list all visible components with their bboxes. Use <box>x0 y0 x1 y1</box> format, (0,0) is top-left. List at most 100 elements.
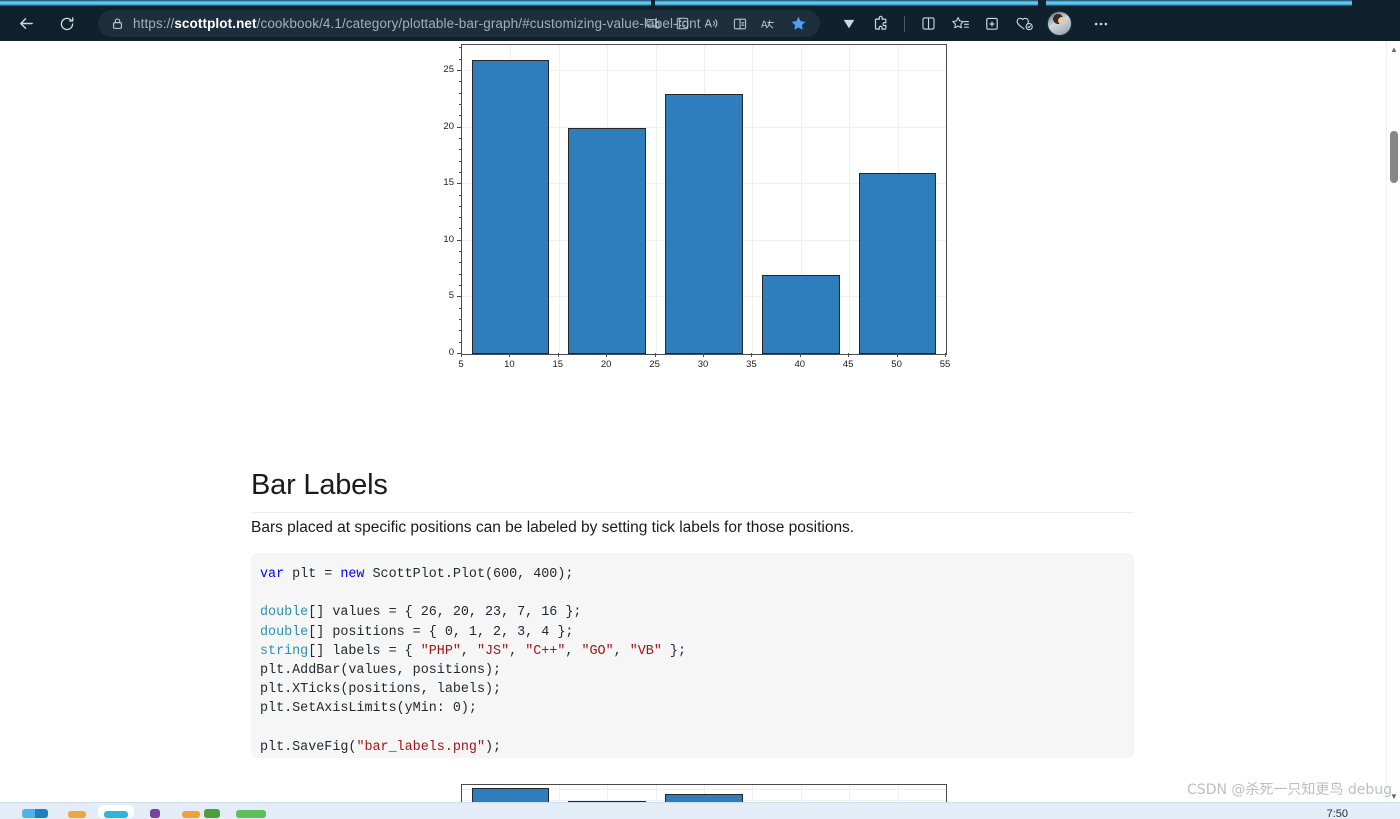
vertical-scrollbar[interactable]: ▲ ▼ <box>1386 41 1400 819</box>
bar <box>762 274 840 354</box>
y-minor-tick <box>458 217 461 219</box>
immersive-reader-icon[interactable] <box>726 11 754 37</box>
cast-to-device-icon[interactable] <box>639 11 667 37</box>
scroll-up-button[interactable]: ▲ <box>1387 43 1400 56</box>
code-token: }; <box>661 643 686 659</box>
code-token: , <box>509 643 526 659</box>
y-minor-tick <box>458 341 461 343</box>
x-tick-mark <box>606 353 608 357</box>
y-minor-tick <box>458 81 461 83</box>
x-tick-label: 5 <box>458 359 464 370</box>
url-scheme: https:// <box>133 16 175 31</box>
y-minor-tick <box>458 115 461 117</box>
profile-avatar[interactable] <box>1047 11 1072 36</box>
code-token: , <box>565 643 582 659</box>
scrollbar-thumb[interactable] <box>1390 131 1398 183</box>
extensions-puzzle-icon[interactable] <box>866 10 896 38</box>
code-token: "C++" <box>525 643 566 659</box>
y-minor-tick <box>458 262 461 264</box>
gridline-vertical <box>655 45 657 354</box>
page-title: Bar Labels <box>251 469 1134 513</box>
translate-icon[interactable] <box>755 11 783 37</box>
x-tick-mark <box>799 353 801 357</box>
taskbar-icon[interactable] <box>22 809 48 818</box>
y-minor-tick <box>458 194 461 196</box>
y-tick-mark <box>457 239 461 241</box>
y-minor-tick <box>458 171 461 173</box>
y-minor-tick <box>458 251 461 253</box>
section-paragraph: Bars placed at specific positions can be… <box>251 519 855 536</box>
code-content: var plt = new ScottPlot.Plot(600, 400); … <box>251 565 1134 757</box>
reload-icon <box>60 16 74 30</box>
split-apps-icon[interactable] <box>668 11 696 37</box>
favorite-star-icon[interactable] <box>784 11 812 37</box>
code-token: [] values = { 26, 20, 23, 7, 16 }; <box>308 605 582 621</box>
y-tick-label: 0 <box>448 347 454 358</box>
y-minor-tick <box>458 273 461 275</box>
url-text: https://scottplot.net/cookbook/4.1/categ… <box>133 16 701 31</box>
y-tick-mark <box>457 296 461 298</box>
code-token: plt.XTicks(positions, labels); <box>260 682 502 698</box>
top-bar-chart: 0 5 10 15 20 25 5 10 15 20 25 30 35 40 45 50 55 <box>440 41 960 376</box>
url-path: /cookbook/4.1/category/plottable-bar-gra… <box>256 16 701 31</box>
bar <box>568 127 646 354</box>
y-minor-tick <box>458 307 461 309</box>
address-bar-actions <box>639 11 812 37</box>
taskbar-icon[interactable] <box>150 809 160 818</box>
browser-chrome: https://scottplot.net/cookbook/4.1/categ… <box>0 0 1400 41</box>
browser-essentials-icon[interactable] <box>1009 10 1039 38</box>
y-minor-tick <box>458 47 461 49</box>
x-tick-mark <box>461 353 462 357</box>
code-token: [] labels = { <box>308 643 421 659</box>
code-token: , <box>613 643 630 659</box>
y-minor-tick <box>458 103 461 105</box>
code-token: plt.AddBar(values, positions); <box>260 663 502 679</box>
y-tick-label: 25 <box>443 64 454 76</box>
address-bar[interactable]: https://scottplot.net/cookbook/4.1/categ… <box>98 10 820 37</box>
y-tick-mark <box>457 126 461 128</box>
taskbar-icon[interactable] <box>68 811 86 818</box>
taskbar-icon[interactable] <box>182 811 200 818</box>
x-tick-label: 25 <box>649 359 660 370</box>
code-block[interactable]: var plt = new ScottPlot.Plot(600, 400); … <box>251 553 1134 758</box>
taskbar-icon[interactable] <box>204 809 220 818</box>
code-token: "VB" <box>629 643 662 659</box>
reload-button[interactable] <box>52 9 82 39</box>
gridline-vertical <box>558 45 560 354</box>
taskbar-icon[interactable] <box>236 810 266 818</box>
x-tick-mark <box>557 353 559 357</box>
code-token: var <box>260 567 285 582</box>
taskbar-clock[interactable]: 7:50 <box>1327 808 1348 819</box>
x-tick-label: 45 <box>842 359 854 370</box>
favorites-icon[interactable] <box>945 10 975 38</box>
x-tick-label: 15 <box>552 359 564 370</box>
code-token: "bar_labels.png" <box>356 739 486 755</box>
x-tick-mark <box>703 353 704 357</box>
windows-taskbar[interactable]: 7:50 <box>0 802 1400 819</box>
x-tick-mark <box>751 353 753 357</box>
browser-toolbar: https://scottplot.net/cookbook/4.1/categ… <box>0 6 1400 41</box>
x-tick-mark <box>896 353 898 357</box>
code-token: plt.SaveFig( <box>260 739 357 755</box>
taskbar-icon[interactable] <box>104 811 128 818</box>
y-tick-mark <box>457 70 461 72</box>
lock-icon <box>111 17 124 30</box>
y-minor-tick <box>458 205 461 207</box>
downloads-icon[interactable] <box>834 10 864 38</box>
x-tick-mark <box>848 353 850 357</box>
read-aloud-icon[interactable] <box>697 11 725 37</box>
back-button[interactable] <box>11 9 41 39</box>
collections-plus-icon[interactable] <box>977 10 1007 38</box>
gridline-vertical <box>849 45 851 354</box>
code-token: "GO" <box>581 643 614 659</box>
y-tick-mark <box>457 183 461 185</box>
y-minor-tick <box>458 160 461 162</box>
x-tick-mark <box>654 353 656 357</box>
y-tick-label: 5 <box>448 290 454 302</box>
code-token: plt = <box>284 567 341 582</box>
code-token: ScottPlot.Plot(600, 400); <box>364 567 574 582</box>
split-screen-icon[interactable] <box>913 10 943 38</box>
x-tick-label: 40 <box>794 359 806 370</box>
code-token: "PHP" <box>420 643 461 659</box>
more-options-button[interactable] <box>1086 10 1116 38</box>
